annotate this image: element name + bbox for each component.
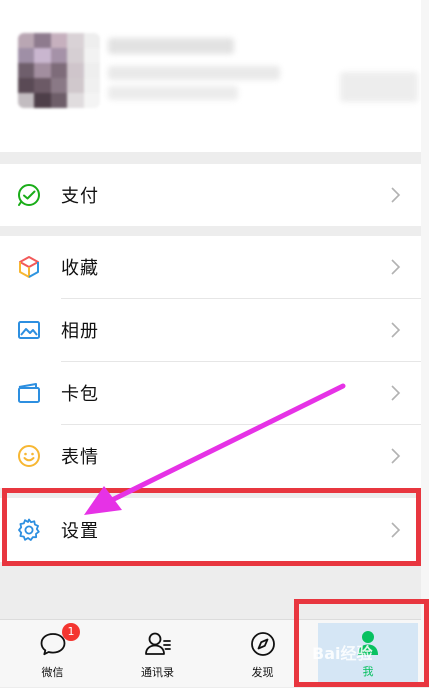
menu-item-pay[interactable]: 支付 [0,164,421,226]
pay-group: 支付 [0,164,421,226]
contacts-icon [144,632,171,655]
tab-label-me: 我 [362,665,374,678]
tab-discover[interactable]: 发现 [210,620,315,688]
nickname-blurred [108,38,234,54]
tab-label-chats: 微信 [41,666,64,679]
person-icon [358,631,378,655]
image-icon [16,317,42,343]
chevron-right-icon [391,448,401,464]
menu-item-album[interactable]: 相册 [0,299,421,361]
chevron-right-icon [391,259,401,275]
menu-label-cards: 卡包 [61,384,99,405]
tab-contacts[interactable]: 通讯录 [105,620,210,688]
wechat-pay-icon [16,182,42,208]
qr-code-blurred[interactable] [340,72,418,102]
chevron-right-icon [391,522,401,538]
menu-label-settings: 设置 [61,521,99,542]
wechat-id-blurred [108,66,280,80]
tab-chats[interactable]: 1 微信 [0,620,105,688]
wechat-me-screen: 支付 收藏 相册 卡包 表情 设置 1 微信 通讯录 发现 [0,0,421,687]
menu-item-settings[interactable]: 设置 [0,499,421,561]
avatar[interactable] [18,33,100,108]
chevron-right-icon [391,187,401,203]
menu-label-favorites: 收藏 [61,258,99,279]
compass-icon [250,632,275,656]
right-edge [421,0,429,687]
wechat-id-blurred-2 [108,86,238,100]
smiley-icon [16,443,42,469]
menu-item-favorites[interactable]: 收藏 [0,236,421,298]
chevron-right-icon [391,385,401,401]
chevron-right-icon [391,322,401,338]
unread-badge: 1 [62,623,80,641]
main-menu-group: 收藏 相册 卡包 表情 [0,236,421,488]
menu-label-stickers: 表情 [61,447,99,468]
profile-header[interactable] [0,0,421,152]
menu-item-stickers[interactable]: 表情 [0,425,421,487]
tab-label-contacts: 通讯录 [141,666,174,679]
gear-icon [16,517,42,543]
cube-icon [16,254,42,280]
menu-label-pay: 支付 [61,186,99,207]
menu-item-cards[interactable]: 卡包 [0,362,421,424]
menu-label-album: 相册 [61,321,99,342]
wallet-icon [16,380,42,406]
tab-label-discover: 发现 [251,666,274,679]
settings-group: 设置 [0,498,421,562]
